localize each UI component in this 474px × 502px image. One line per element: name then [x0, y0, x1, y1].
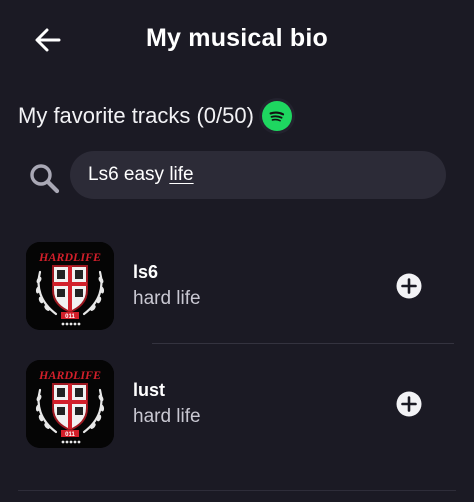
favorites-header: My favorite tracks (0/50) — [18, 98, 292, 134]
spotify-icon — [261, 101, 292, 131]
svg-text:011: 011 — [65, 432, 75, 438]
cover-logo-text: HARDLIFE — [38, 368, 101, 382]
track-row-ls6[interactable]: HARDLIFE 011 ls6 hard life — [24, 228, 454, 344]
add-track-button[interactable] — [396, 391, 422, 417]
add-track-button[interactable] — [396, 273, 422, 299]
track-artist: hard life — [133, 288, 201, 309]
plus-circle-icon — [396, 273, 422, 299]
track-artist: hard life — [133, 406, 201, 427]
search-value-text: Ls6 easy — [88, 164, 165, 185]
track-row-lust[interactable]: HARDLIFE 011 lust hard life — [24, 346, 436, 460]
search-value-spellcheck-word: life — [169, 164, 194, 185]
top-bar: My musical bio — [0, 0, 474, 80]
search-input[interactable]: Ls6 easy life — [70, 151, 446, 199]
page-title: My musical bio — [145, 24, 328, 52]
svg-text:011: 011 — [65, 314, 75, 320]
plus-circle-icon — [396, 391, 422, 417]
favorites-title: My favorite tracks (0/50) — [18, 103, 254, 128]
cover-logo-text: HARDLIFE — [38, 250, 101, 264]
search-icon[interactable] — [26, 160, 62, 196]
row-divider — [152, 343, 454, 344]
album-cover: HARDLIFE 011 — [26, 242, 114, 330]
bottom-divider — [18, 490, 456, 491]
track-title: ls6 — [133, 262, 159, 282]
track-title: lust — [133, 380, 166, 400]
app-screen: My musical bio My favorite tracks (0/50)… — [0, 0, 474, 502]
album-cover: HARDLIFE 011 — [26, 360, 114, 448]
